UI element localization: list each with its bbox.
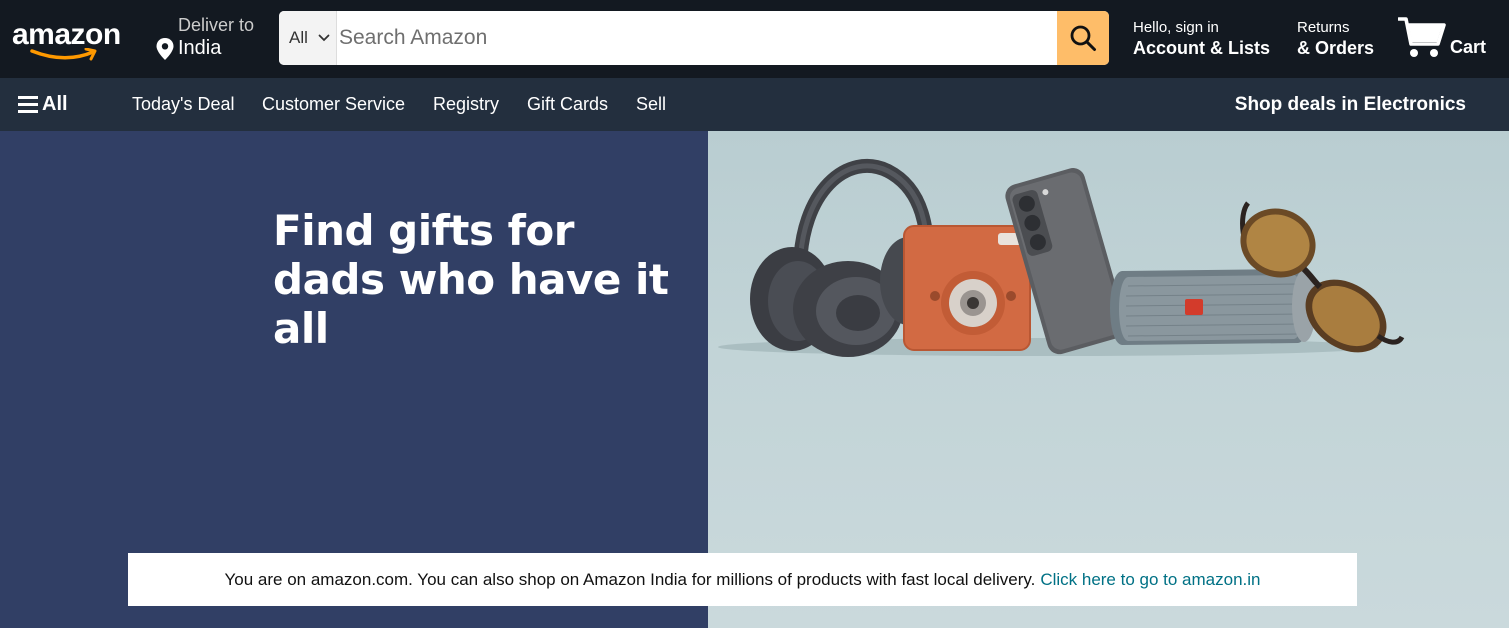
deliver-to-country: India — [178, 37, 222, 59]
search-category-label: All — [289, 28, 308, 47]
nav-link-todays-deal[interactable]: Today's Deal — [132, 94, 235, 115]
account-greeting: Hello, sign in — [1133, 19, 1219, 36]
account-and-lists[interactable]: Hello, sign in Account & Lists — [1133, 19, 1270, 59]
returns-and-orders[interactable]: Returns & Orders — [1297, 19, 1374, 59]
shop-electronics-deals-link[interactable]: Shop deals in Electronics — [1235, 94, 1466, 116]
cart-icon — [1398, 17, 1446, 57]
deliver-to-location[interactable]: Deliver to India — [156, 14, 266, 64]
location-pin-icon — [156, 38, 174, 60]
logo-smile-icon — [30, 48, 97, 61]
nav-link-sell[interactable]: Sell — [636, 94, 666, 115]
regional-notice-banner: You are on amazon.com. You can also shop… — [128, 553, 1357, 606]
hero-headline-line-2: dads who have it all — [273, 255, 669, 353]
secondary-navigation-bar: All Today's Deal Customer Service Regist… — [0, 78, 1509, 131]
nav-link-gift-cards[interactable]: Gift Cards — [527, 94, 608, 115]
nav-link-customer-service[interactable]: Customer Service — [262, 94, 405, 115]
search-category-dropdown[interactable]: All — [279, 11, 337, 65]
nav-link-registry[interactable]: Registry — [433, 94, 499, 115]
orders-label: & Orders — [1297, 38, 1375, 58]
logo-wordmark: amazon — [12, 18, 121, 51]
account-label: Account & Lists — [1133, 38, 1271, 58]
search-icon — [1070, 25, 1096, 51]
search-input[interactable] — [337, 11, 1056, 65]
search-button[interactable] — [1057, 11, 1109, 65]
regional-notice-text: You are on amazon.com. You can also shop… — [224, 569, 1036, 589]
hero-headline-line-1: Find gifts for — [273, 206, 574, 255]
cart-button[interactable]: Cart — [1398, 14, 1498, 64]
search-bar: All — [279, 11, 1109, 65]
speaker-image — [1110, 269, 1316, 345]
deliver-to-label: Deliver to — [178, 15, 255, 35]
returns-label: Returns — [1297, 19, 1350, 36]
cart-label: Cart — [1450, 37, 1487, 57]
all-menu-label: All — [42, 93, 68, 115]
go-to-amazon-in-link[interactable]: Click here to go to amazon.in — [1040, 570, 1260, 590]
instant-camera-image — [903, 225, 1031, 351]
hamburger-menu-icon — [18, 96, 38, 113]
amazon-logo[interactable]: amazon — [10, 14, 122, 62]
chevron-down-icon — [318, 34, 330, 42]
hero-headline: Find gifts for dads who have it all — [273, 206, 708, 353]
top-navigation-bar: amazon Deliver to India All Hello — [0, 0, 1509, 78]
